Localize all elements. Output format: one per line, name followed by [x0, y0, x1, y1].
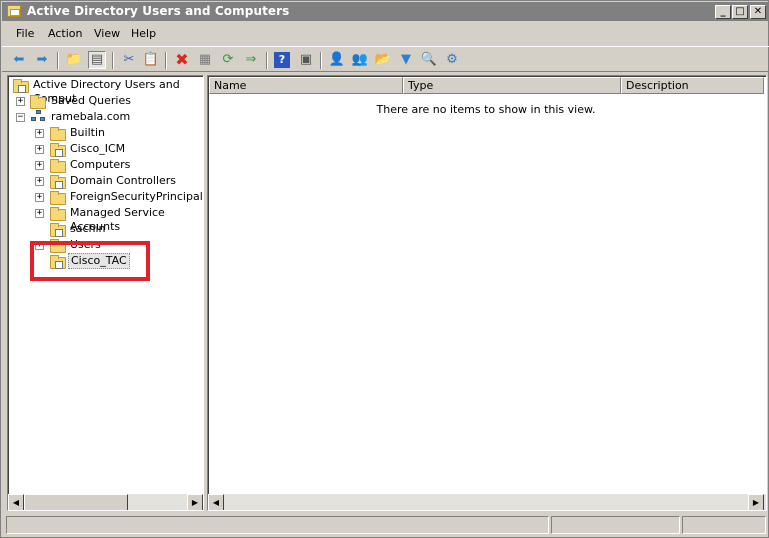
forward-arrow-icon[interactable]: ➡ — [33, 51, 51, 69]
expand-foreign-security-principals[interactable]: + — [35, 193, 44, 202]
scroll-left-button[interactable]: ◀ — [208, 494, 224, 510]
menu-action[interactable]: Action — [48, 27, 82, 40]
toolbar: ⬅ ➡ 📁 ▤ ✂ 📋 ✖ ▦ ⟳ ⇒ ? ▣ 👤 👥 📂 ▼ 🔍 ⚙ — [2, 46, 769, 72]
folder-icon — [50, 207, 66, 221]
tree-item-computers[interactable]: Computers — [70, 158, 130, 172]
console-tree[interactable]: Active Directory Users and Comput + Save… — [7, 75, 204, 511]
tree-item-domain[interactable]: ramebala.com — [51, 110, 130, 124]
app-window: Active Directory Users and Computers _ □… — [0, 0, 769, 538]
refresh-icon[interactable]: ⟳ — [219, 51, 237, 69]
scroll-left-button[interactable]: ◀ — [8, 494, 24, 510]
copy-icon[interactable]: 📋 — [142, 51, 160, 69]
highlight-annotation-box — [30, 241, 150, 281]
menu-help[interactable]: Help — [131, 27, 156, 40]
up-folder-icon[interactable]: 📁 — [65, 51, 83, 69]
menu-view[interactable]: View — [94, 27, 120, 40]
new-user-icon[interactable]: 👤 — [328, 51, 346, 69]
window-title: Active Directory Users and Computers — [27, 4, 290, 18]
ad-console-icon — [7, 5, 21, 17]
tree-horizontal-scrollbar[interactable]: ◀ ▶ — [8, 494, 203, 510]
column-header-type[interactable]: Type — [403, 77, 621, 94]
new-ou-icon[interactable]: 📂 — [374, 51, 392, 69]
toolbar-separator — [112, 52, 114, 69]
column-header-name[interactable]: Name — [209, 77, 403, 94]
back-arrow-icon[interactable]: ⬅ — [10, 51, 28, 69]
maximize-button[interactable]: □ — [732, 5, 748, 19]
new-group-icon[interactable]: 👥 — [351, 51, 369, 69]
close-button[interactable]: ✕ — [750, 5, 766, 19]
title-bar: Active Directory Users and Computers _ □… — [2, 2, 769, 21]
ou-icon — [50, 175, 66, 189]
details-list[interactable]: Name Type Description There are no items… — [207, 75, 767, 511]
show-tree-icon[interactable]: ▤ — [88, 51, 106, 69]
folder-icon — [30, 95, 46, 109]
expand-computers[interactable]: + — [35, 161, 44, 170]
tree-item-sachin[interactable]: sachin — [70, 222, 106, 236]
ou-icon — [50, 223, 66, 237]
minimize-button[interactable]: _ — [715, 5, 731, 19]
filter-icon[interactable]: ▼ — [397, 51, 415, 69]
expand-saved-queries[interactable]: + — [16, 97, 25, 106]
cut-icon[interactable]: ✂ — [120, 51, 138, 69]
folder-icon — [50, 127, 66, 141]
column-header-description[interactable]: Description — [621, 77, 764, 94]
toolbar-separator — [57, 52, 59, 69]
console-view-icon[interactable]: ▣ — [297, 51, 315, 69]
delete-icon[interactable]: ✖ — [173, 51, 191, 69]
status-bar — [2, 513, 769, 537]
toolbar-separator — [266, 52, 268, 69]
add-to-group-icon[interactable]: ⚙ — [443, 51, 461, 69]
tree-item-foreign-security-principals[interactable]: ForeignSecurityPrincipals — [70, 190, 203, 204]
scroll-thumb[interactable] — [24, 494, 128, 510]
expand-managed-service-accounts[interactable]: + — [35, 209, 44, 218]
tree-item-saved-queries[interactable]: Saved Queries — [51, 94, 131, 108]
scroll-track[interactable] — [224, 494, 748, 510]
domain-icon — [31, 110, 46, 123]
ou-icon — [50, 143, 66, 157]
menu-file[interactable]: File — [16, 27, 34, 40]
ad-root-icon — [13, 79, 29, 93]
export-icon[interactable]: ⇒ — [242, 51, 260, 69]
expand-builtin[interactable]: + — [35, 129, 44, 138]
properties-icon[interactable]: ▦ — [196, 51, 214, 69]
folder-icon — [50, 159, 66, 173]
details-horizontal-scrollbar[interactable]: ◀ ▶ — [208, 494, 766, 510]
scroll-right-button[interactable]: ▶ — [187, 494, 203, 510]
toolbar-separator — [320, 52, 322, 69]
find-icon[interactable]: 🔍 — [420, 51, 438, 69]
menu-bar: File Action View Help — [2, 23, 769, 44]
status-panel-main — [6, 516, 549, 534]
scroll-right-button[interactable]: ▶ — [748, 494, 764, 510]
help-icon[interactable]: ? — [274, 52, 290, 68]
tree-item-domain-controllers[interactable]: Domain Controllers — [70, 174, 176, 188]
empty-view-message: There are no items to show in this view. — [376, 103, 596, 116]
status-panel-tertiary — [682, 516, 766, 534]
toolbar-separator — [165, 52, 167, 69]
expand-domain-controllers[interactable]: + — [35, 177, 44, 186]
expand-cisco-icm[interactable]: + — [35, 145, 44, 154]
tree-item-cisco-icm[interactable]: Cisco_ICM — [70, 142, 125, 156]
collapse-domain[interactable]: − — [16, 113, 25, 122]
status-panel-secondary — [551, 516, 680, 534]
folder-icon — [50, 191, 66, 205]
tree-item-builtin[interactable]: Builtin — [70, 126, 105, 140]
